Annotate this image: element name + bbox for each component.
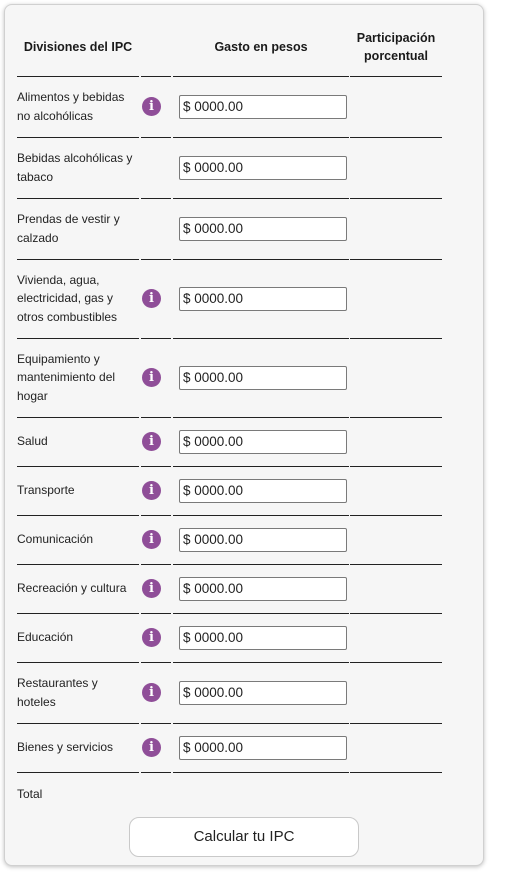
row-divider — [350, 137, 442, 138]
spending-input[interactable]: $ 0000.00 — [179, 286, 347, 311]
row-divider — [173, 338, 349, 339]
ipc-calculator-card: Divisiones del IPC Gasto en pesos Partic… — [4, 4, 484, 866]
header-spending: Gasto en pesos — [214, 40, 308, 54]
calculate-ipc-button[interactable]: Calcular tu IPC — [129, 817, 359, 857]
row-divider — [173, 662, 349, 663]
division-label: Educación — [17, 630, 74, 644]
row-divider — [173, 466, 349, 467]
row-divider — [141, 76, 171, 77]
division-label: Transporte — [17, 483, 75, 497]
row-divider — [173, 723, 349, 724]
spending-input[interactable]: $ 0000.00 — [179, 155, 347, 180]
spending-input[interactable]: $ 0000.00 — [179, 576, 347, 601]
row-divider — [350, 723, 442, 724]
spending-input[interactable]: $ 0000.00 — [179, 478, 347, 503]
division-label: Salud — [17, 434, 48, 448]
info-icon[interactable]: i — [142, 738, 161, 757]
row-divider — [17, 417, 139, 418]
row-divider — [17, 564, 139, 565]
spending-input[interactable]: $ 0000.00 — [179, 94, 347, 119]
info-icon[interactable]: i — [142, 432, 161, 451]
info-icon[interactable]: i — [142, 368, 161, 387]
division-label: Bebidas alcohólicas y tabaco — [17, 151, 133, 184]
row-divider — [141, 198, 171, 199]
spending-input[interactable]: $ 0000.00 — [179, 735, 347, 760]
row-divider — [17, 198, 139, 199]
row-divider — [17, 613, 139, 614]
info-icon[interactable]: i — [142, 530, 161, 549]
row-divider — [173, 417, 349, 418]
info-icon[interactable]: i — [142, 628, 161, 647]
info-icon[interactable]: i — [142, 481, 161, 500]
row-divider — [173, 613, 349, 614]
row-divider — [17, 259, 139, 260]
row-divider — [350, 76, 442, 77]
header-share: Participación porcentual — [356, 31, 436, 63]
row-divider — [173, 564, 349, 565]
row-divider — [141, 564, 171, 565]
row-divider — [350, 564, 442, 565]
row-divider — [350, 772, 442, 773]
row-divider — [350, 198, 442, 199]
row-divider — [141, 515, 171, 516]
row-divider — [141, 772, 171, 773]
row-divider — [173, 515, 349, 516]
row-divider — [173, 259, 349, 260]
row-divider — [173, 198, 349, 199]
row-divider — [141, 662, 171, 663]
division-label: Comunicación — [17, 532, 94, 546]
info-icon[interactable]: i — [142, 97, 161, 116]
row-divider — [141, 338, 171, 339]
row-divider — [141, 723, 171, 724]
spending-input[interactable]: $ 0000.00 — [179, 625, 347, 650]
row-divider — [350, 259, 442, 260]
total-label: Total — [17, 787, 43, 801]
row-divider — [141, 259, 171, 260]
division-label: Prendas de vestir y calzado — [17, 212, 120, 245]
row-divider — [350, 613, 442, 614]
row-divider — [17, 466, 139, 467]
info-icon[interactable]: i — [142, 579, 161, 598]
row-divider — [350, 466, 442, 467]
spending-input[interactable]: $ 0000.00 — [179, 216, 347, 241]
row-divider — [173, 137, 349, 138]
row-divider — [17, 76, 139, 77]
info-icon[interactable]: i — [142, 289, 161, 308]
division-label: Restaurantes y hoteles — [17, 676, 98, 709]
division-label: Equipamiento y mantenimiento del hogar — [17, 351, 116, 403]
row-divider — [350, 515, 442, 516]
spending-input[interactable]: $ 0000.00 — [179, 365, 347, 390]
row-divider — [17, 338, 139, 339]
row-divider — [350, 417, 442, 418]
row-divider — [17, 137, 139, 138]
row-divider — [173, 76, 349, 77]
division-label: Vivienda, agua, electricidad, gas y otro… — [17, 272, 118, 324]
row-divider — [350, 338, 442, 339]
info-icon[interactable]: i — [142, 683, 161, 702]
row-divider — [141, 137, 171, 138]
row-divider — [173, 772, 349, 773]
division-label: Recreación y cultura — [17, 581, 127, 595]
row-divider — [17, 662, 139, 663]
row-divider — [141, 417, 171, 418]
row-divider — [17, 723, 139, 724]
row-divider — [141, 613, 171, 614]
header-divisions: Divisiones del IPC — [23, 40, 133, 54]
row-divider — [17, 772, 139, 773]
spending-input[interactable]: $ 0000.00 — [179, 429, 347, 454]
row-divider — [17, 515, 139, 516]
spending-input[interactable]: $ 0000.00 — [179, 527, 347, 552]
row-divider — [141, 466, 171, 467]
spending-input[interactable]: $ 0000.00 — [179, 680, 347, 705]
division-label: Alimentos y bebidas no alcohólicas — [17, 90, 125, 123]
division-label: Bienes y servicios — [17, 740, 114, 754]
row-divider — [350, 662, 442, 663]
